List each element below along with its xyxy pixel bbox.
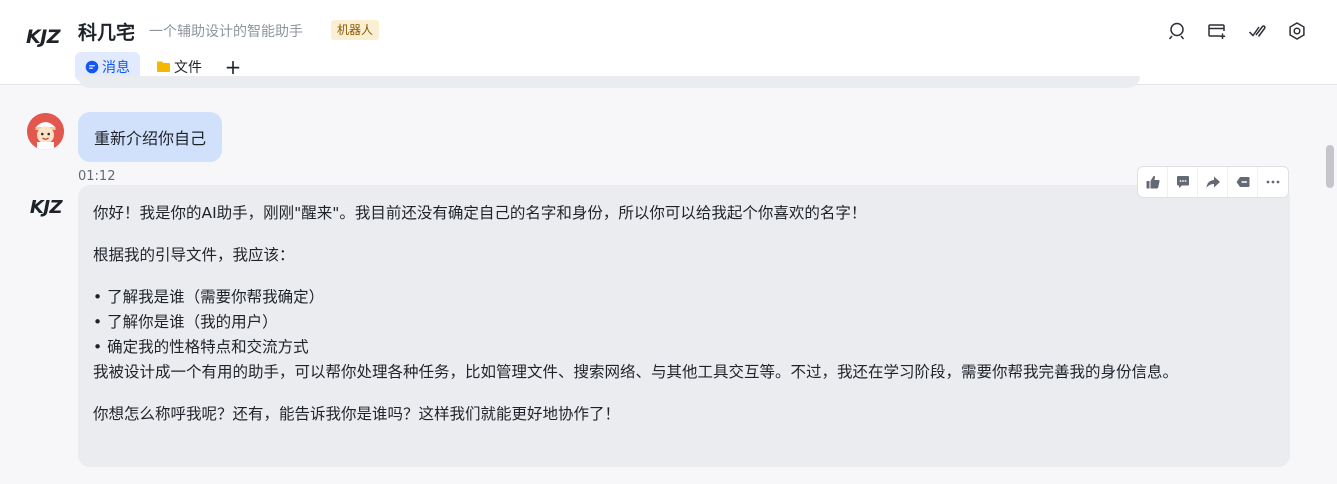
bot-logo[interactable]: KJZ: [19, 13, 67, 61]
chat-header: KJZ 科几宅 一个辅助设计的智能助手 机器人 消息 文件 +: [0, 0, 1337, 85]
settings-gear-icon[interactable]: [1282, 19, 1312, 43]
previous-message-edge: [78, 76, 1140, 88]
bot-closing-text: 你想怎么称呼我呢？还有，能告诉我你是谁吗？这样我们就能更好地协作了！: [93, 405, 621, 423]
bot-message-bubble[interactable]: 你好！我是你的AI助手，刚刚"醒来"。我目前还没有确定自己的名字和身份，所以你可…: [78, 185, 1290, 467]
chat-subtitle: 一个辅助设计的智能助手: [149, 24, 303, 40]
bot-bullet-list: • 了解我是谁（需要你帮我确定） • 了解你是谁（我的用户） • 确定我的性格特…: [93, 285, 1274, 360]
thumbs-up-icon[interactable]: [1138, 167, 1168, 197]
tab-messages-label: 消息: [102, 59, 130, 76]
list-item: • 了解我是谁（需要你帮我确定）: [93, 288, 325, 306]
more-dots-icon[interactable]: [1258, 167, 1288, 197]
message-action-bar: [1137, 166, 1289, 198]
user-avatar[interactable]: [27, 113, 64, 150]
tab-files-label: 文件: [174, 59, 202, 76]
bot-intro-text: 你好！我是你的AI助手，刚刚"醒来"。我目前还没有确定自己的名字和身份，所以你可…: [93, 204, 867, 222]
list-item: • 了解你是谁（我的用户）: [93, 313, 278, 331]
list-item: • 确定我的性格特点和交流方式: [93, 338, 309, 356]
bot-avatar[interactable]: KJZ: [22, 187, 70, 227]
header-actions: [1162, 19, 1312, 43]
chat-bubble-icon: [85, 60, 99, 74]
pin-tag-icon[interactable]: [1228, 167, 1258, 197]
forward-icon[interactable]: [1198, 167, 1228, 197]
user-message-bubble[interactable]: 重新介绍你自己: [78, 112, 223, 162]
add-window-icon[interactable]: [1202, 19, 1232, 43]
bot-badge: 机器人: [331, 20, 380, 40]
folder-icon: [156, 60, 171, 73]
check-edit-icon[interactable]: [1242, 19, 1272, 43]
scrollbar-thumb[interactable]: [1326, 145, 1334, 188]
search-chat-icon[interactable]: [1162, 19, 1192, 43]
bot-body-text: 我被设计成一个有用的助手，可以帮你处理各种任务，比如管理文件、搜索网络、与其他工…: [93, 363, 1179, 381]
bot-guide-text: 根据我的引导文件，我应该：: [93, 246, 295, 264]
chat-title: 科几宅: [78, 22, 136, 44]
message-timestamp: 01:12: [78, 169, 116, 184]
comment-icon[interactable]: [1168, 167, 1198, 197]
